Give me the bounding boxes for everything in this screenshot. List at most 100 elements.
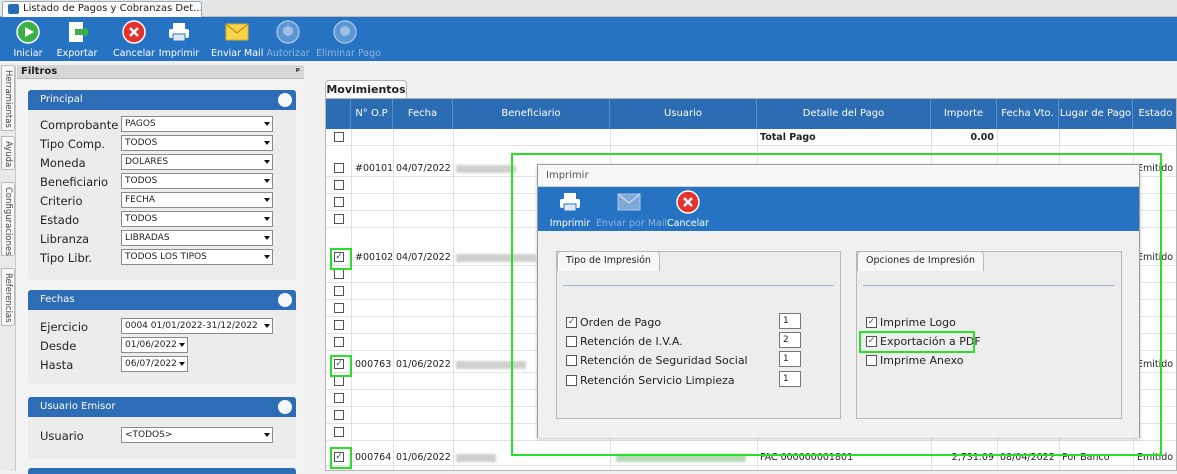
side-tab-ayuda[interactable]: Ayuda [1, 136, 15, 170]
group-fechas-header[interactable]: Fechas [28, 290, 296, 310]
option-label: Retención Servicio Limpieza [580, 374, 735, 387]
row-checkbox[interactable] [334, 163, 344, 173]
libranza-select[interactable]: LIBRADAS [121, 230, 273, 246]
print-button[interactable]: Imprimir [158, 17, 200, 61]
comprobante-select[interactable]: PAGOS [121, 116, 273, 132]
side-tabs: Herramientas Ayuda Configuraciones Refer… [0, 65, 16, 471]
collapse-icon[interactable] [278, 400, 292, 414]
due-date: 08/04/2022 [1000, 452, 1055, 463]
row-checkbox-checked[interactable] [334, 252, 344, 262]
cancel-button[interactable]: Cancelar [111, 17, 157, 61]
row-checkbox[interactable] [334, 393, 344, 403]
row-checkbox[interactable] [334, 427, 344, 437]
copies-input[interactable]: 1 [779, 351, 801, 367]
filter-row-moneda: Moneda DOLARES [40, 154, 290, 172]
dialog-print-label: Imprimir [549, 218, 591, 229]
row-checkbox[interactable] [334, 303, 344, 313]
row-checkbox[interactable] [334, 286, 344, 296]
row-checkbox[interactable] [334, 214, 344, 224]
group-collapsed-header[interactable] [28, 468, 296, 474]
print-dialog-toolbar: Imprimir Enviar por Mail Cancelar [538, 187, 1139, 231]
dialog-cancel-button[interactable]: Cancelar [666, 187, 710, 231]
row-checkbox[interactable] [334, 337, 344, 347]
moneda-select[interactable]: DOLARES [121, 154, 273, 170]
checkbox-checked[interactable]: ✓ [866, 317, 877, 328]
option-label: Imprime Anexo [880, 354, 964, 367]
checkbox[interactable] [566, 336, 577, 347]
checkbox[interactable] [866, 355, 877, 366]
row-checkbox[interactable] [334, 132, 344, 142]
estado-select[interactable]: TODOS [121, 211, 273, 227]
print-type-tab[interactable]: Tipo de Impresión [557, 251, 660, 271]
row-checkbox[interactable] [334, 197, 344, 207]
column-header[interactable]: Importe [931, 99, 997, 129]
row-checkbox-checked[interactable] [334, 452, 344, 462]
column-header[interactable]: Beneficiario [453, 99, 610, 129]
column-header[interactable]: Detalle del Pago [757, 99, 931, 129]
chevron-down-icon [264, 179, 270, 183]
dialog-print-button[interactable]: Imprimir [548, 187, 592, 231]
row-checkbox[interactable] [334, 269, 344, 279]
send-mail-button[interactable]: Enviar Mail [211, 17, 263, 61]
payment-detail: FAC 000000001801 [760, 452, 854, 463]
select-value: TODOS LOS TIPOS [125, 252, 207, 262]
option-label: Orden de Pago [580, 316, 662, 329]
tipo-libr-select[interactable]: TODOS LOS TIPOS [121, 249, 273, 265]
checkbox-checked[interactable]: ✓ [566, 317, 577, 328]
dialog-send-mail-button[interactable]: Enviar por Mail [596, 187, 667, 231]
table-row[interactable]: 000764 01/06/2022 FAC 000000001801 2,731… [326, 449, 1176, 466]
mail-icon [225, 23, 249, 41]
cancel-icon [122, 20, 146, 44]
ejercicio-select[interactable]: 0004 01/01/2022-31/12/2022 [121, 318, 273, 334]
side-tab-referencias[interactable]: Referencias [1, 268, 15, 326]
usuario-select[interactable]: <TODOS> [121, 427, 273, 443]
export-button[interactable]: Exportar [52, 17, 102, 61]
group-principal-header[interactable]: Principal [28, 90, 296, 110]
authorize-button-label: Autorizar [266, 48, 310, 59]
column-header[interactable]: Fecha Vto. [997, 99, 1059, 129]
option-label: Retención de I.V.A. [580, 335, 683, 348]
pin-icon[interactable]: ᵖ [296, 65, 300, 79]
delete-payment-button[interactable]: Eliminar Pago [316, 17, 381, 61]
collapse-icon[interactable] [278, 293, 292, 307]
column-header[interactable]: Lugar de Pago [1059, 99, 1133, 129]
document-tab[interactable]: Listado de Pagos y Cobranzas Det... [2, 1, 202, 17]
filter-row-beneficiario: Beneficiario TODOS [40, 173, 290, 191]
row-checkbox[interactable] [334, 410, 344, 420]
row-checkbox-checked[interactable] [334, 359, 344, 369]
side-tab-herramientas[interactable]: Herramientas [1, 65, 15, 131]
chevron-down-icon [179, 362, 185, 366]
column-header[interactable]: Usuario [610, 99, 757, 129]
column-header[interactable]: Estado [1133, 99, 1176, 129]
row-checkbox[interactable] [334, 320, 344, 330]
status-text: Emitido [1137, 359, 1174, 370]
chevron-down-icon [264, 236, 270, 240]
filter-row-comprobante: Comprobante PAGOS [40, 116, 290, 134]
play-icon [16, 20, 40, 44]
filter-row-criterio: Criterio FECHA [40, 192, 290, 210]
tipo-comp-select[interactable]: TODOS [121, 135, 273, 151]
print-options-tab[interactable]: Opciones de Impresión [857, 251, 984, 271]
side-tab-configuraciones[interactable]: Configuraciones [1, 182, 15, 256]
column-header[interactable]: N° O.P [351, 99, 393, 129]
filter-label: Tipo Comp. [40, 137, 106, 151]
hasta-date-picker[interactable]: 06/07/2022 [121, 356, 188, 372]
row-checkbox[interactable] [334, 180, 344, 190]
start-button[interactable]: Iniciar [8, 17, 48, 61]
criterio-select[interactable]: FECHA [121, 192, 273, 208]
desde-date-picker[interactable]: 01/06/2022 [121, 337, 188, 353]
tab-movimientos[interactable]: Movimientos [325, 80, 407, 98]
collapse-icon[interactable] [278, 93, 292, 107]
group-usuario-emisor-header[interactable]: Usuario Emisor [28, 397, 296, 417]
column-header[interactable]: Fecha [393, 99, 453, 129]
copies-input[interactable]: 2 [779, 332, 801, 348]
copies-input[interactable]: 1 [779, 371, 801, 387]
print-type-section: Tipo de Impresión ✓ Orden de Pago 1 Rete… [556, 251, 841, 419]
checkbox[interactable] [566, 375, 577, 386]
authorize-button[interactable]: Autorizar [265, 17, 311, 61]
beneficiario-select[interactable]: TODOS [121, 173, 273, 189]
checkbox-checked[interactable]: ✓ [866, 336, 877, 347]
copies-input[interactable]: 1 [779, 313, 801, 329]
checkbox[interactable] [566, 355, 577, 366]
row-checkbox[interactable] [334, 376, 344, 386]
